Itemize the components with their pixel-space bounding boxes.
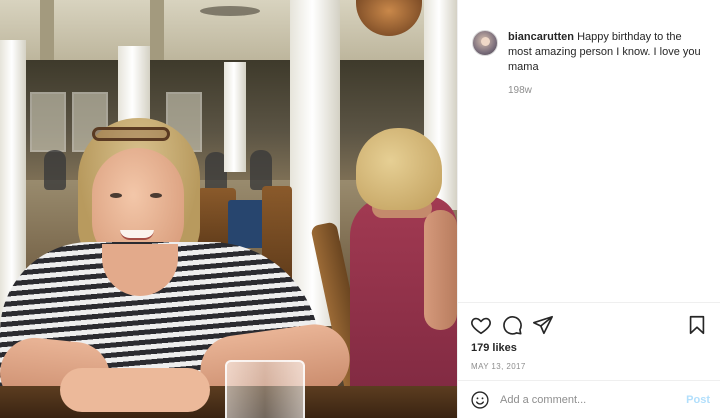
white-pillar [224,62,246,172]
woman-arm [424,210,457,330]
post-comment-button[interactable]: Post [686,394,710,406]
divider [458,380,720,381]
bookmark-icon[interactable] [686,314,708,336]
action-bar [470,314,710,338]
eye [150,193,162,198]
instagram-post: biancarutten Happy birthday to the most … [0,0,720,418]
ceiling-fan [200,6,260,16]
woman-blonde-hair [356,128,442,210]
water-glass [225,360,305,418]
likes-count[interactable]: 179 likes [471,342,517,354]
photo-window [30,92,66,152]
background-person [250,150,272,190]
smile [120,230,154,240]
eye [110,193,122,198]
add-comment-row: Post [470,388,710,412]
sunglasses-on-head [92,127,170,141]
paper-plane-icon[interactable] [532,314,554,336]
post-date[interactable]: MAY 13, 2017 [471,362,526,371]
post-photo[interactable] [0,0,457,418]
comment-input[interactable] [500,394,687,406]
comment-bubble-icon[interactable] [501,314,523,336]
background-person [44,150,66,190]
smiley-icon[interactable] [470,390,490,410]
clasped-hands [60,368,210,412]
divider [458,302,720,303]
caption-row: biancarutten Happy birthday to the most … [472,30,712,75]
profile-avatar-icon[interactable] [472,30,498,56]
caption: biancarutten Happy birthday to the most … [508,30,708,75]
relative-timestamp[interactable]: 198w [508,85,532,96]
author-username[interactable]: biancarutten [508,31,574,43]
post-side-panel: biancarutten Happy birthday to the most … [457,0,720,418]
heart-icon[interactable] [470,314,492,336]
